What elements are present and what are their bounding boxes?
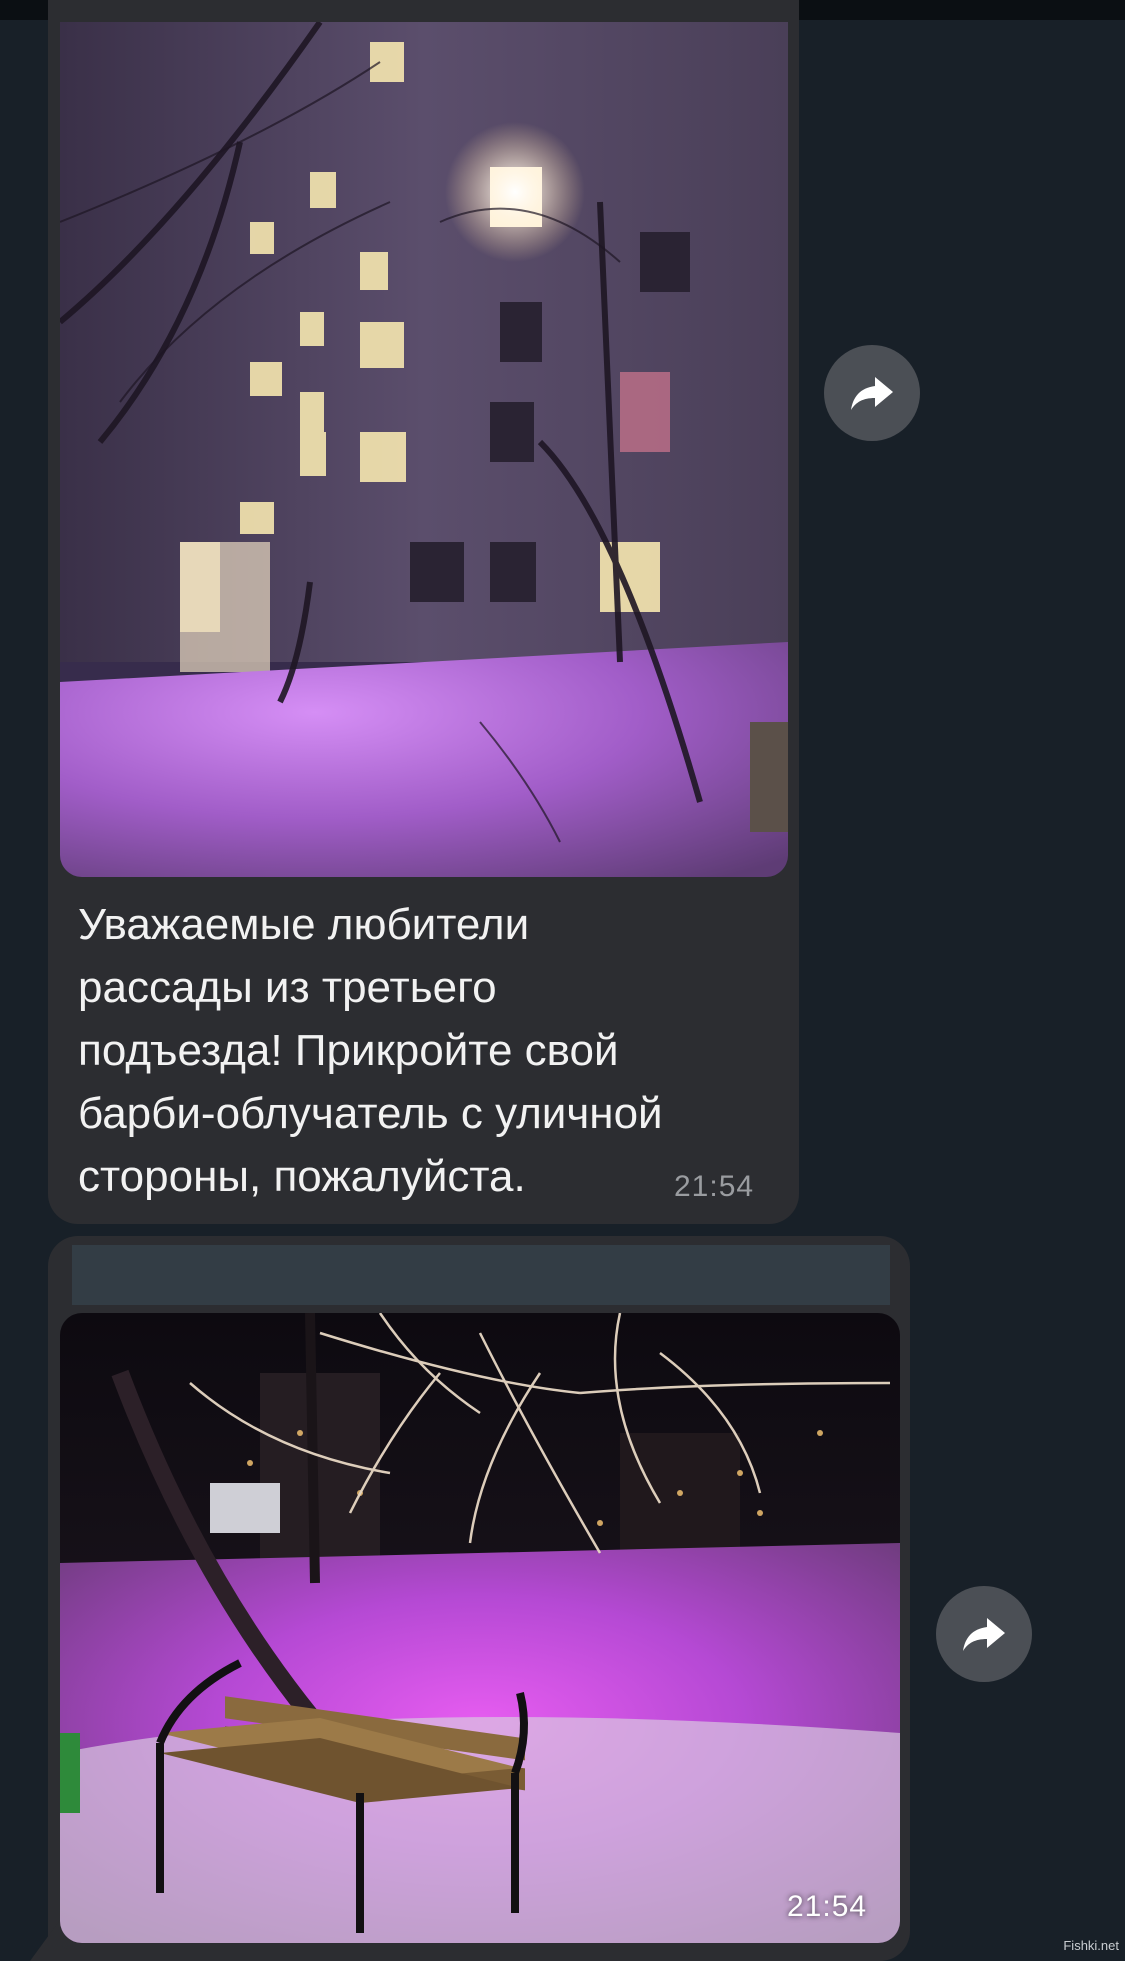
message-caption: Уважаемые любители рассады из третьего п…: [78, 900, 663, 1201]
share-arrow-icon: [963, 1618, 1005, 1651]
share-button[interactable]: [936, 1586, 1032, 1682]
share-arrow-icon: [851, 377, 893, 410]
message-photo[interactable]: [60, 1313, 900, 1943]
bubble-tail: [30, 1920, 60, 1961]
reply-preview[interactable]: [72, 1245, 890, 1305]
watermark: Fishki.net: [1063, 1938, 1119, 1953]
message-photo[interactable]: [60, 22, 788, 877]
share-button[interactable]: [824, 345, 920, 441]
message-time: 21:54: [674, 1170, 755, 1203]
photo-building-night: [60, 22, 788, 877]
message-time: 21:54: [787, 1890, 868, 1923]
photo-bench-night: [60, 1313, 900, 1943]
